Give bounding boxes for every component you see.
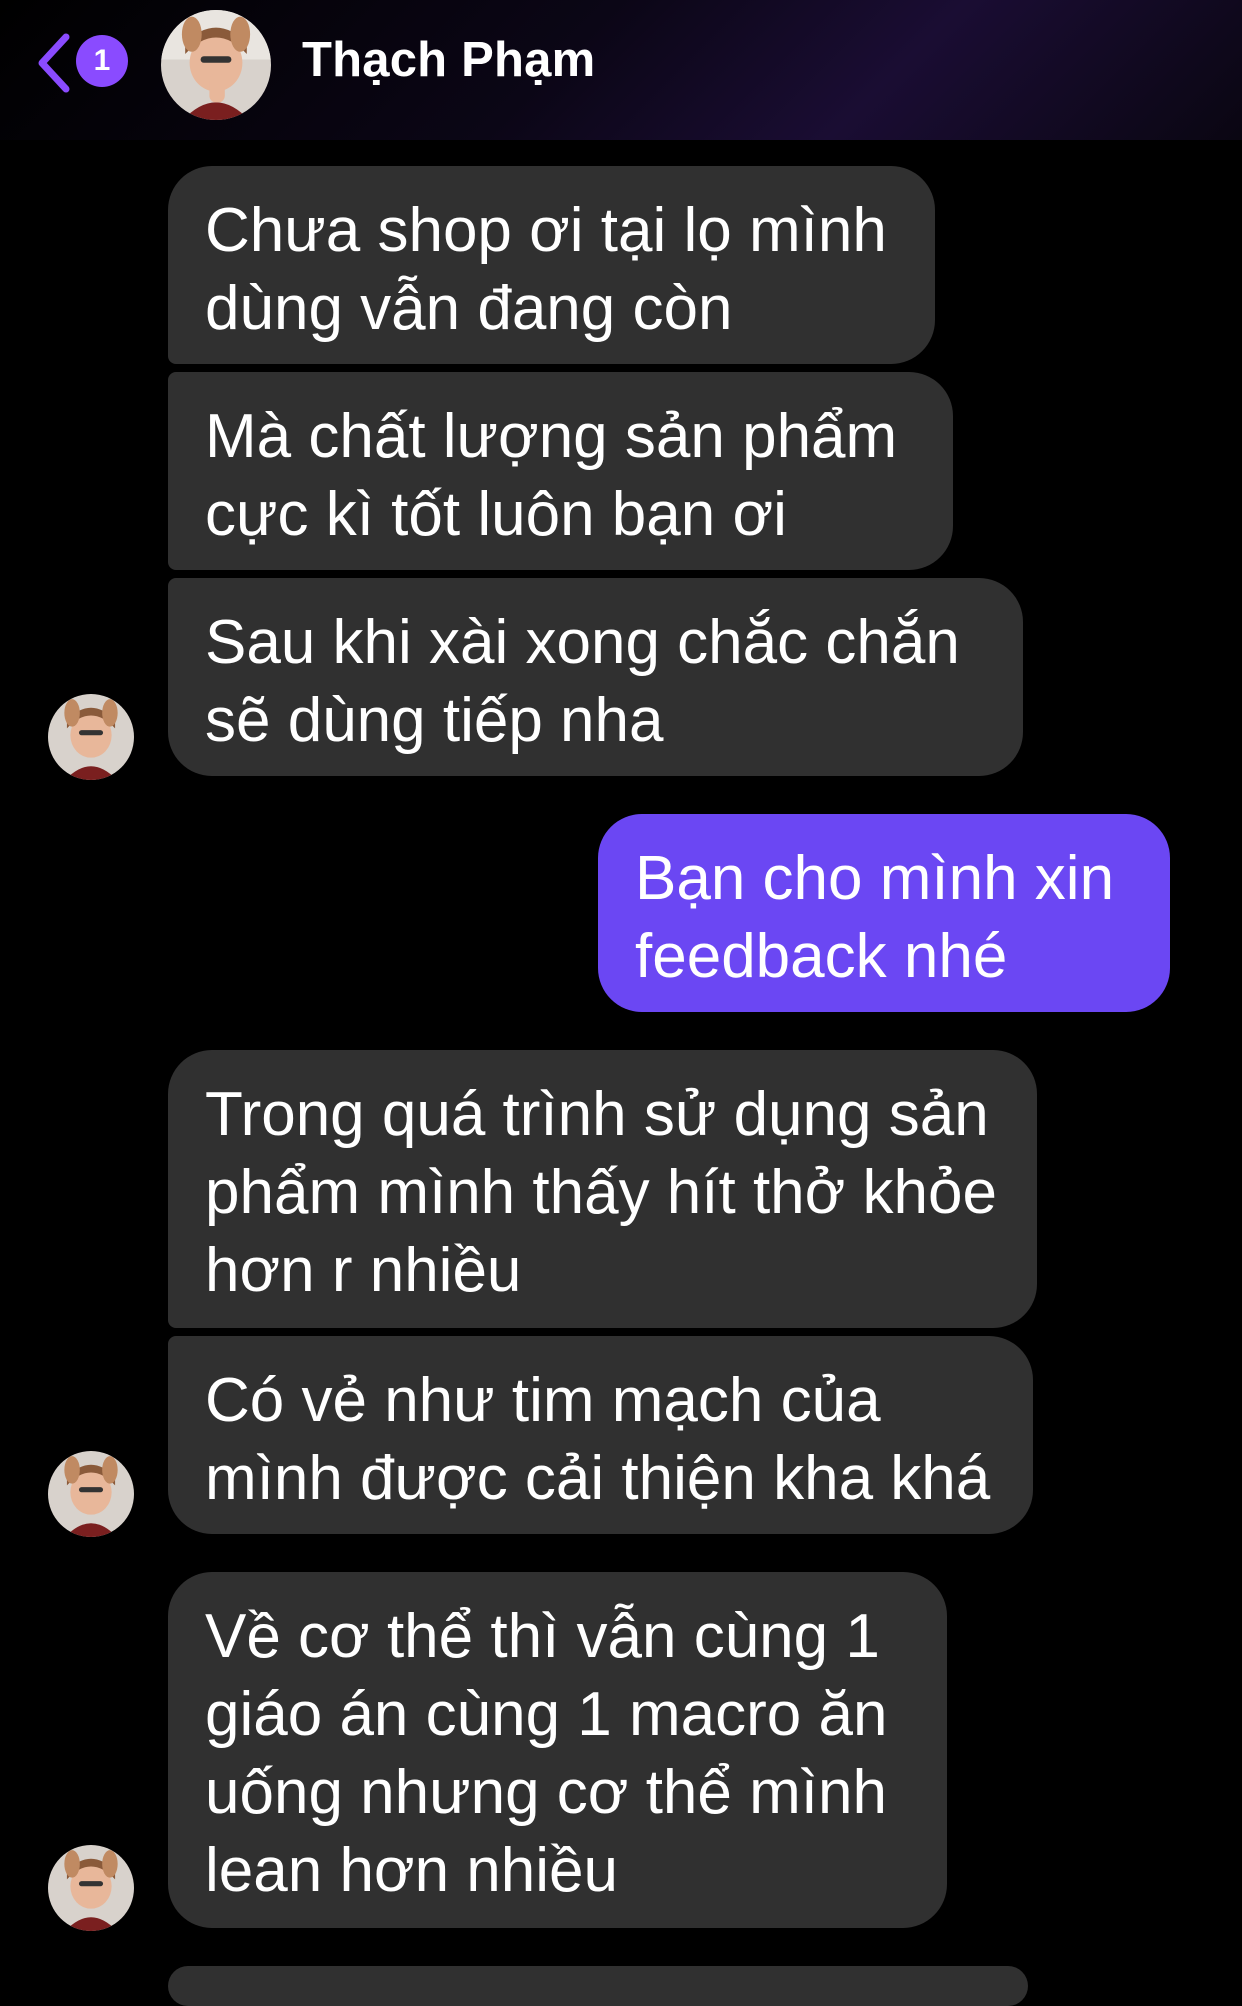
chat-header: 1 Thạch Phạm [0,0,1242,140]
message-bubble-incoming[interactable]: Chưa shop ơi tại lọ mình dùng vẫn đang c… [168,166,935,364]
message-bubble-incoming[interactable]: Về cơ thể thì vẫn cùng 1 giáo án cùng 1 … [168,1572,947,1928]
sender-avatar[interactable] [48,1845,134,1931]
chevron-left-icon [38,33,70,93]
message-bubble-incoming[interactable]: Trong quá trình sử dụng sản phẩm mình th… [168,1050,1037,1328]
message-bubble-incoming[interactable]: Mà chất lượng sản phẩm cực kì tốt luôn b… [168,372,953,570]
contact-avatar[interactable] [161,10,271,120]
message-bubble-incoming[interactable]: Sau khi xài xong chắc chắn sẽ dùng tiếp … [168,578,1023,776]
sender-avatar[interactable] [48,1451,134,1537]
unread-count-badge[interactable]: 1 [76,35,128,87]
message-bubble-partial[interactable] [168,1966,1028,2006]
message-bubble-incoming[interactable]: Có vẻ như tim mạch của mình được cải thi… [168,1336,1033,1534]
contact-name[interactable]: Thạch Phạm [302,32,595,88]
message-bubble-outgoing[interactable]: Bạn cho mình xin feedback nhé [598,814,1170,1012]
sender-avatar[interactable] [48,694,134,780]
